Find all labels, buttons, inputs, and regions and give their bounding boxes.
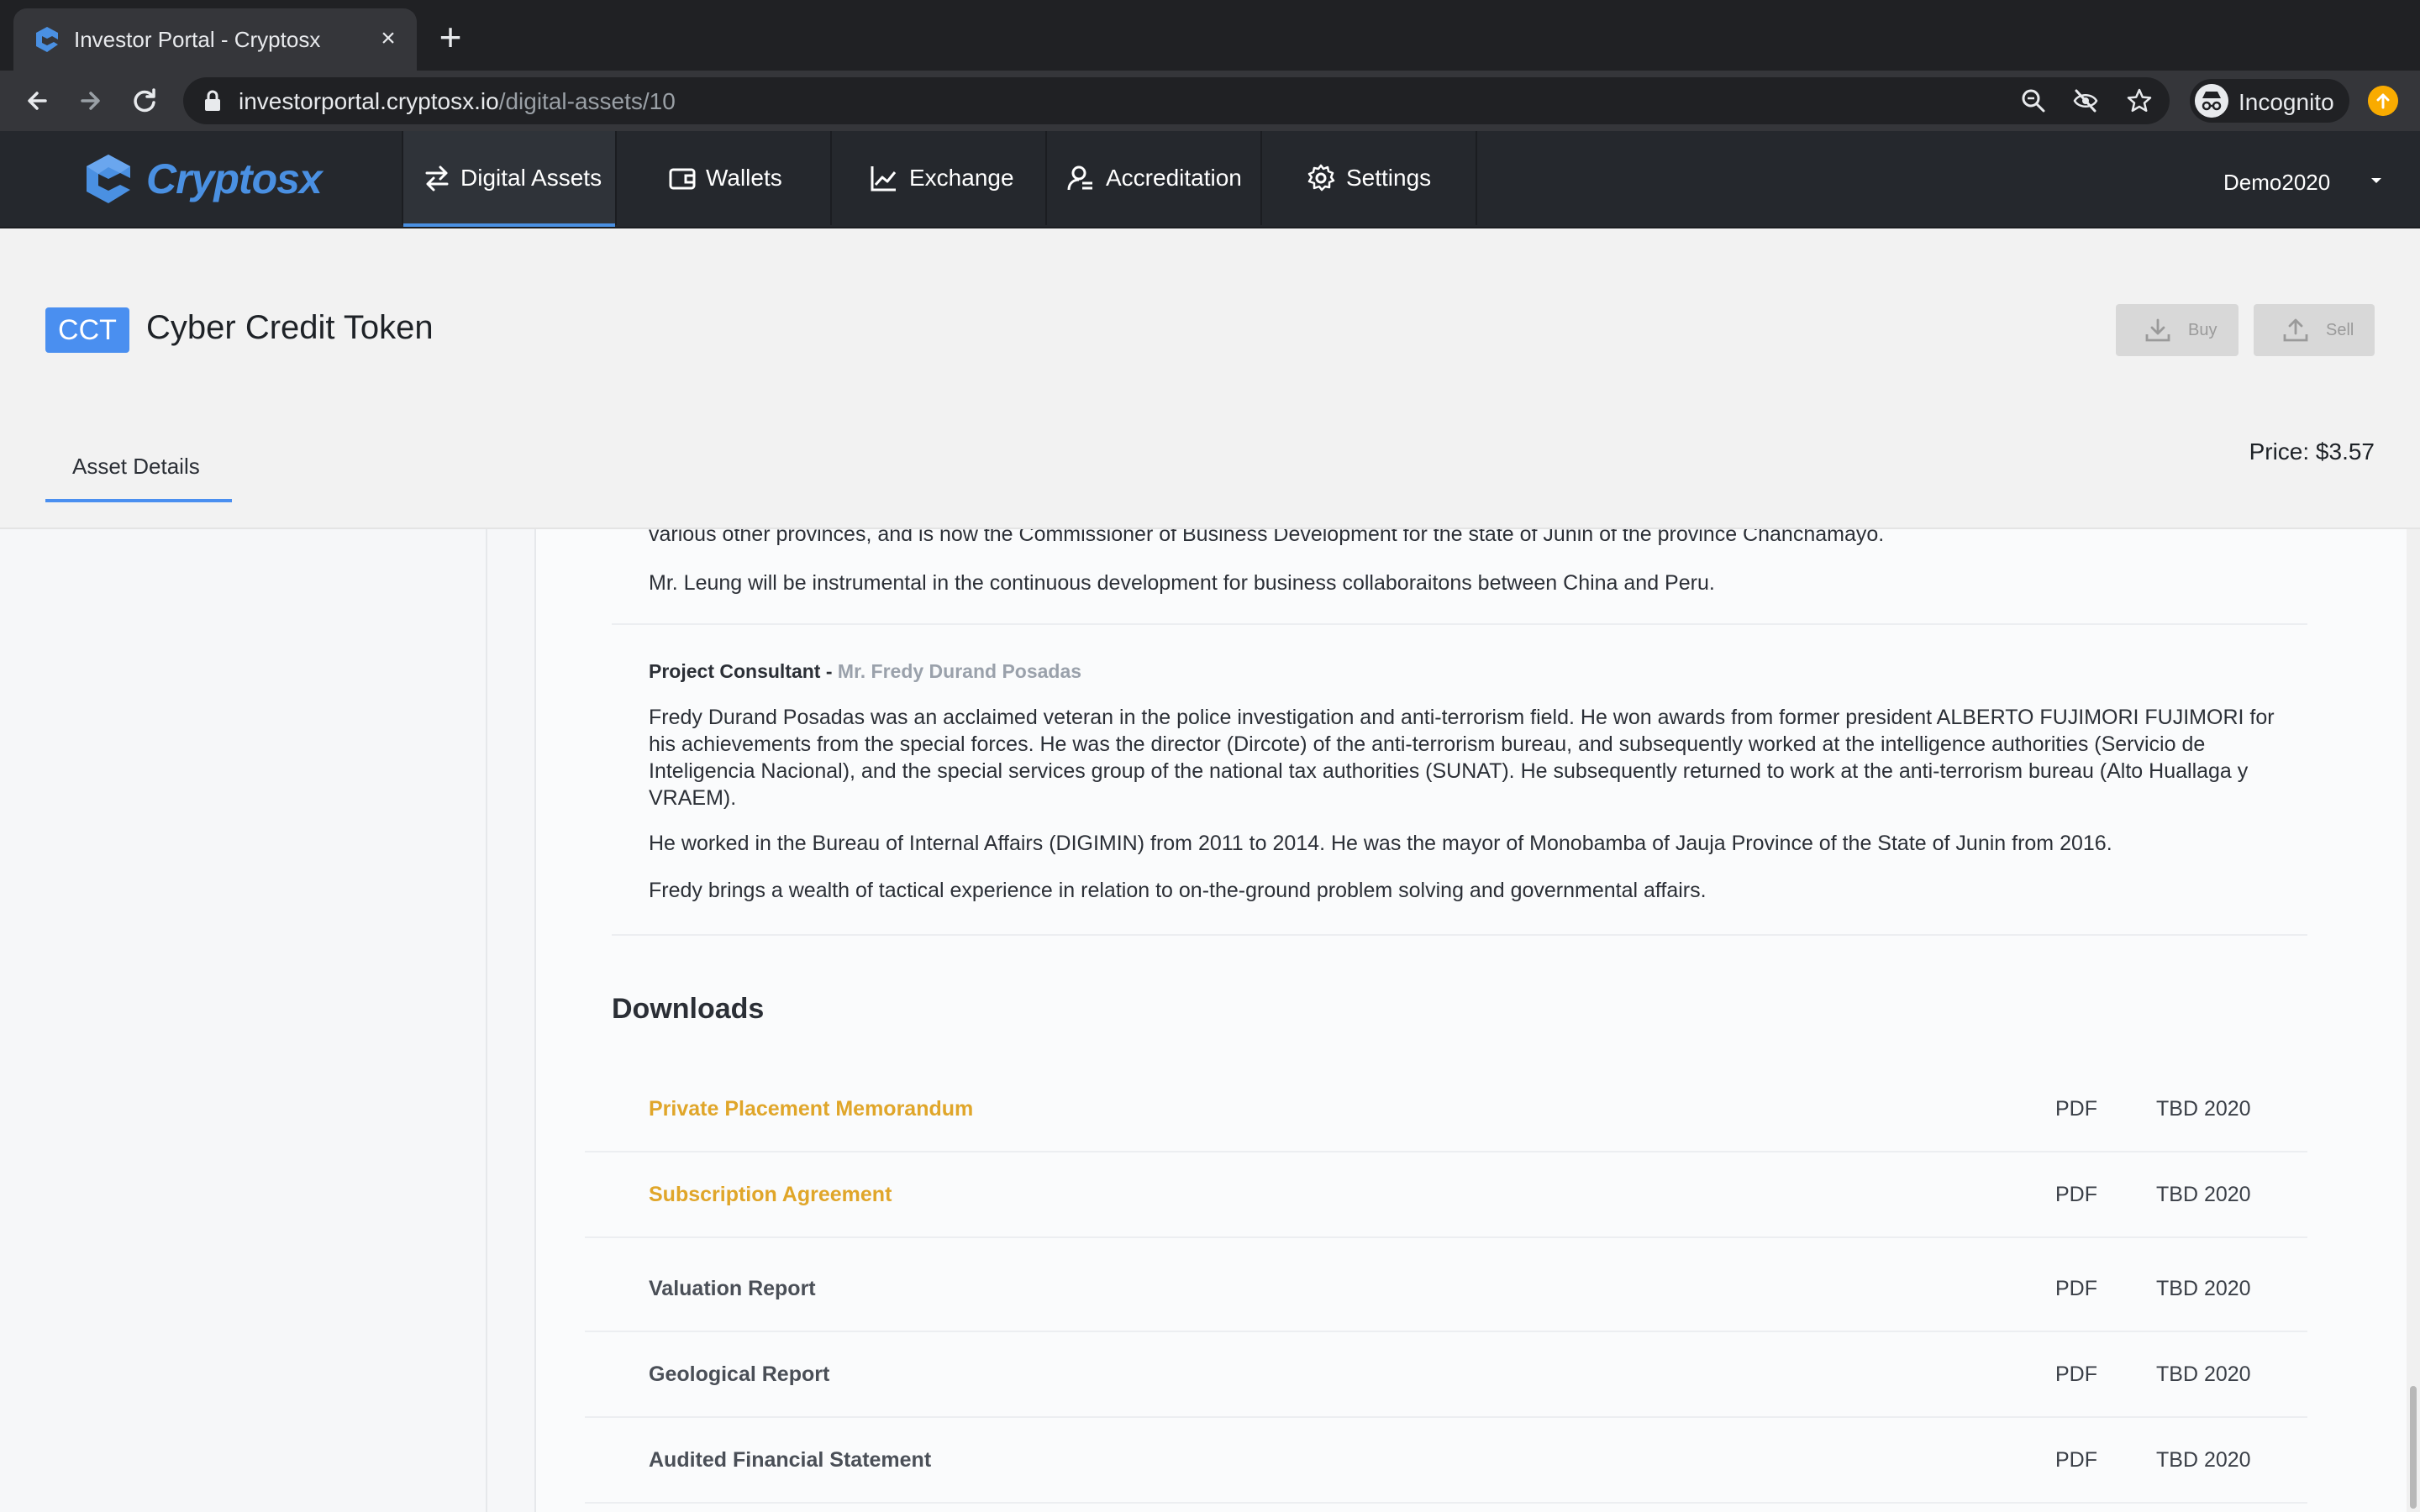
address-bar[interactable]: investorportal.cryptosx.io/digital-asset… (183, 77, 2170, 124)
eye-off-icon[interactable] (2072, 87, 2099, 114)
page-scrollbar[interactable] (2407, 529, 2420, 1512)
download-row[interactable]: Private Placement Memorandum PDF TBD 202… (585, 1068, 2307, 1152)
bio-paragraph: Fredy brings a wealth of tactical experi… (649, 879, 1707, 902)
browser-tab[interactable]: Investor Portal - Cryptosx × (13, 8, 417, 71)
incognito-profile-button[interactable]: Incognito (2190, 79, 2349, 123)
asset-details-content: various other provinces, and is now the … (538, 529, 2403, 1512)
update-available-icon[interactable] (2368, 86, 2398, 116)
nav-label: Accreditation (1106, 165, 1242, 191)
incognito-icon (2195, 84, 2228, 118)
sell-label: Sell (2326, 321, 2354, 339)
download-name: Valuation Report (649, 1277, 816, 1300)
download-link[interactable]: Subscription Agreement (649, 1183, 892, 1207)
nav-wallets[interactable]: Wallets (617, 131, 832, 225)
brand-name: Cryptosx (146, 155, 323, 202)
app-header: Cryptosx Digital Assets Wallets Exchange… (0, 131, 2420, 228)
gear-icon (1307, 164, 1335, 192)
new-tab-button[interactable]: + (434, 18, 467, 56)
user-badge-icon (1067, 165, 1092, 191)
consultant-role: Project Consultant - (649, 660, 838, 682)
download-row: Valuation Report PDF TBD 2020 (585, 1248, 2307, 1332)
nav-accreditation[interactable]: Accreditation (1047, 131, 1262, 225)
nav-label: Exchange (909, 165, 1014, 191)
sidebar (0, 529, 487, 1512)
cryptosx-logo-icon (87, 155, 130, 203)
file-type: PDF (2055, 1277, 2097, 1300)
url-text: investorportal.cryptosx.io/digital-asset… (239, 88, 676, 115)
nav-settings[interactable]: Settings (1262, 131, 1477, 225)
bio-paragraph: various other provinces, and is now the … (649, 529, 1885, 546)
sell-button[interactable]: Sell (2254, 304, 2375, 356)
consultant-name: Mr. Fredy Durand Posadas (837, 660, 1082, 682)
back-arrow-icon[interactable] (18, 82, 55, 119)
download-name: Geological Report (649, 1362, 830, 1386)
chart-line-icon (871, 166, 897, 192)
upload-icon (2283, 318, 2308, 342)
bio-paragraph: Fredy Durand Posadas was an acclaimed ve… (649, 706, 2275, 810)
content-gutter (487, 529, 536, 1512)
file-date: TBD 2020 (2156, 1183, 2251, 1206)
asset-page-header: CCT Cyber Credit Token Buy Sell Asset De… (0, 228, 2420, 529)
nav-label: Wallets (706, 165, 782, 191)
scrollbar-thumb[interactable] (2410, 1386, 2417, 1509)
url-path: /digital-assets/10 (498, 88, 676, 114)
bio-paragraph: He worked in the Bureau of Internal Affa… (649, 832, 2112, 855)
bio-paragraph: Mr. Leung will be instrumental in the co… (649, 571, 1715, 595)
nav-label: Digital Assets (460, 165, 602, 191)
file-type: PDF (2055, 1362, 2097, 1386)
divider (612, 623, 2307, 625)
lock-icon (205, 90, 220, 111)
download-link[interactable]: Private Placement Memorandum (649, 1097, 973, 1121)
file-type: PDF (2055, 1097, 2097, 1121)
transfer-arrows-icon (425, 165, 449, 192)
file-date: TBD 2020 (2156, 1362, 2251, 1386)
consultant-heading: Project Consultant - Mr. Fredy Durand Po… (649, 660, 1081, 683)
browser-tab-title: Investor Portal - Cryptosx (74, 27, 321, 52)
star-icon[interactable] (2126, 87, 2153, 114)
downloads-heading: Downloads (612, 993, 765, 1025)
nav-digital-assets[interactable]: Digital Assets (402, 131, 617, 227)
zoom-icon[interactable] (2020, 87, 2047, 114)
close-tab-icon[interactable]: × (373, 24, 403, 54)
forward-arrow-icon[interactable] (72, 82, 109, 119)
tab-label: Asset Details (72, 454, 200, 479)
file-date: TBD 2020 (2156, 1097, 2251, 1121)
nav-label: Settings (1346, 165, 1432, 191)
file-type: PDF (2055, 1183, 2097, 1206)
download-row: Audited Financial Statement PDF TBD 2020 (585, 1420, 2307, 1504)
buy-label: Buy (2188, 321, 2217, 339)
reload-icon[interactable] (126, 82, 163, 119)
download-icon (2145, 318, 2170, 342)
user-menu-button[interactable]: Demo2020 (2223, 170, 2330, 196)
browser-tabstrip: Investor Portal - Cryptosx × + (0, 0, 2420, 71)
download-row: Geological Report PDF TBD 2020 (585, 1334, 2307, 1418)
browser-toolbar: investorportal.cryptosx.io/digital-asset… (0, 71, 2420, 131)
chevron-down-icon[interactable] (2370, 176, 2383, 185)
file-date: TBD 2020 (2156, 1448, 2251, 1472)
nav-exchange[interactable]: Exchange (832, 131, 1047, 225)
download-name: Audited Financial Statement (649, 1448, 932, 1472)
wallet-icon (669, 168, 696, 190)
asset-price: Price: $3.57 (2249, 438, 2375, 465)
url-host: investorportal.cryptosx.io (239, 88, 499, 114)
asset-ticker-badge: CCT (45, 307, 129, 353)
file-date: TBD 2020 (2156, 1277, 2251, 1300)
download-row[interactable]: Subscription Agreement PDF TBD 2020 (585, 1154, 2307, 1238)
buy-button[interactable]: Buy (2116, 304, 2238, 356)
cryptosx-favicon-icon (36, 27, 58, 52)
tab-asset-details[interactable]: Asset Details (45, 449, 232, 502)
incognito-label: Incognito (2238, 89, 2334, 115)
file-type: PDF (2055, 1448, 2097, 1472)
divider (612, 934, 2307, 936)
asset-title: Cyber Credit Token (146, 309, 434, 346)
